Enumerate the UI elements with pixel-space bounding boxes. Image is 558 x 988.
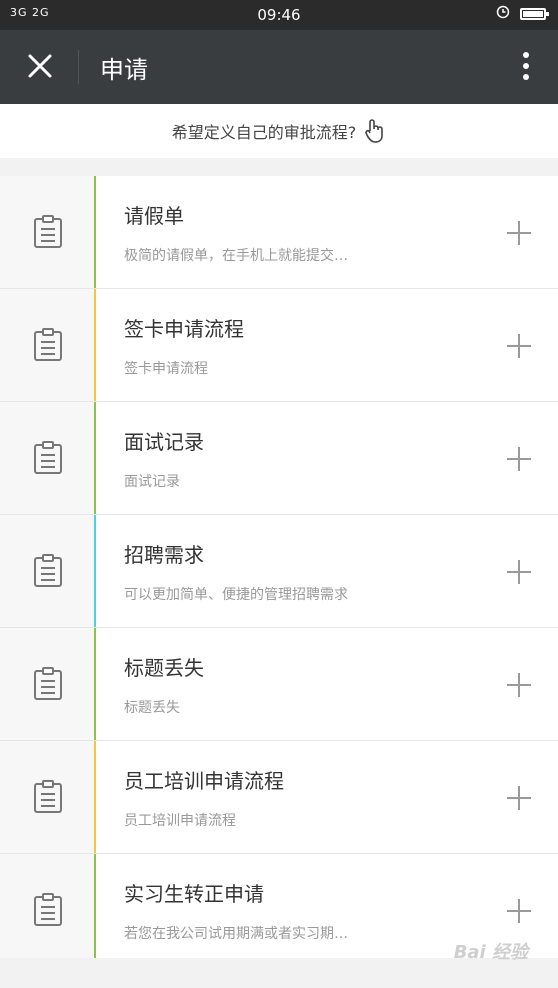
add-button[interactable]	[502, 781, 536, 815]
plus-icon	[507, 334, 531, 358]
close-icon	[28, 54, 52, 78]
watermark-logo: Bai 经验	[453, 942, 528, 963]
close-button[interactable]	[18, 44, 62, 88]
item-accent-bar	[94, 402, 96, 514]
item-title: 招聘需求	[124, 543, 204, 567]
item-body: 员工培训申请流程 员工培训申请流程	[96, 741, 558, 853]
list-item[interactable]: 签卡申请流程 签卡申请流程	[0, 289, 558, 402]
item-accent-bar	[94, 176, 96, 288]
battery-icon	[520, 8, 549, 20]
plus-icon	[507, 447, 531, 471]
item-icon-cell	[0, 741, 96, 853]
list-item[interactable]: 标题丢失 标题丢失	[0, 628, 558, 741]
clipboard-icon	[34, 215, 62, 248]
application-list: 请假单 极简的请假单，在手机上就能提交… 签卡申请流程 签卡申请流程 面试记录 …	[0, 176, 558, 967]
add-button[interactable]	[502, 216, 536, 250]
add-button[interactable]	[502, 442, 536, 476]
item-title: 签卡申请流程	[124, 317, 244, 341]
clipboard-icon	[34, 893, 62, 926]
clipboard-icon	[34, 441, 62, 474]
more-vertical-icon	[523, 52, 529, 80]
item-icon-cell	[0, 289, 96, 401]
item-body: 签卡申请流程 签卡申请流程	[96, 289, 558, 401]
custom-flow-hint[interactable]: 希望定义自己的审批流程?	[0, 104, 558, 158]
plus-icon	[507, 786, 531, 810]
item-description: 可以更加简单、便捷的管理招聘需求	[124, 587, 348, 603]
item-body: 招聘需求 可以更加简单、便捷的管理招聘需求	[96, 515, 558, 627]
item-icon-cell	[0, 176, 96, 288]
item-accent-bar	[94, 741, 96, 853]
item-title: 面试记录	[124, 430, 204, 454]
item-description: 面试记录	[124, 474, 180, 490]
item-body: 标题丢失 标题丢失	[96, 628, 558, 740]
status-time: 09:46	[257, 6, 301, 24]
item-description: 极简的请假单，在手机上就能提交…	[124, 248, 348, 264]
plus-icon	[507, 673, 531, 697]
add-button[interactable]	[502, 329, 536, 363]
add-button[interactable]	[502, 555, 536, 589]
list-item[interactable]: 招聘需求 可以更加简单、便捷的管理招聘需求	[0, 515, 558, 628]
item-icon-cell	[0, 402, 96, 514]
plus-icon	[507, 560, 531, 584]
item-body: 请假单 极简的请假单，在手机上就能提交…	[96, 176, 558, 288]
clipboard-icon	[34, 667, 62, 700]
add-button[interactable]	[502, 668, 536, 702]
item-title: 实习生转正申请	[124, 882, 264, 906]
item-icon-cell	[0, 628, 96, 740]
item-accent-bar	[94, 289, 96, 401]
list-item[interactable]: 面试记录 面试记录	[0, 402, 558, 515]
item-accent-bar	[94, 628, 96, 740]
item-accent-bar	[94, 854, 96, 966]
item-title: 员工培训申请流程	[124, 769, 284, 793]
item-description: 员工培训申请流程	[124, 813, 236, 829]
plus-icon	[507, 899, 531, 923]
alarm-icon	[496, 5, 510, 23]
list-item[interactable]: 员工培训申请流程 员工培训申请流程	[0, 741, 558, 854]
hand-pointer-icon	[365, 119, 384, 143]
clipboard-icon	[34, 780, 62, 813]
app-header: 申请	[0, 30, 558, 104]
item-title: 请假单	[124, 204, 184, 228]
hint-text: 希望定义自己的审批流程?	[171, 123, 357, 142]
add-button[interactable]	[502, 894, 536, 928]
item-icon-cell	[0, 515, 96, 627]
item-description: 若您在我公司试用期满或者实习期…	[124, 926, 348, 942]
status-bar: 3G 2G 09:46	[0, 0, 558, 30]
item-accent-bar	[94, 515, 96, 627]
item-description: 签卡申请流程	[124, 361, 208, 377]
list-item[interactable]: 请假单 极简的请假单，在手机上就能提交…	[0, 176, 558, 289]
page-title: 申请	[100, 56, 148, 84]
plus-icon	[507, 221, 531, 245]
more-options-button[interactable]	[508, 44, 544, 88]
item-description: 标题丢失	[124, 700, 180, 716]
item-title: 标题丢失	[124, 656, 204, 680]
status-icons	[496, 5, 549, 23]
item-icon-cell	[0, 854, 96, 966]
item-body: 面试记录 面试记录	[96, 402, 558, 514]
header-divider	[78, 50, 79, 84]
clipboard-icon	[34, 554, 62, 587]
clipboard-icon	[34, 328, 62, 361]
